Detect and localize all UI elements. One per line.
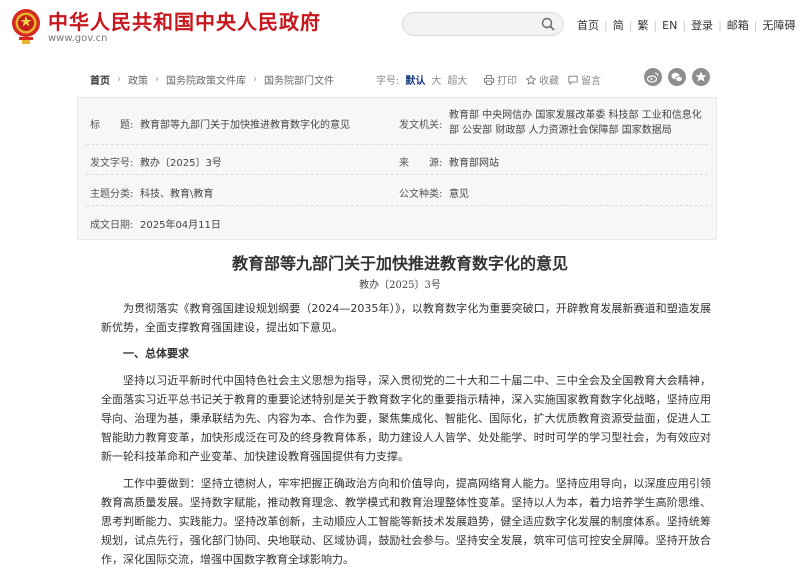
font-size-xlarge[interactable]: 超大 (447, 76, 467, 87)
breadcrumb-separator: › (155, 74, 159, 85)
search-input[interactable] (413, 16, 537, 34)
meta-source-value: 教育部网站 (449, 158, 499, 169)
meta-source-label: 来 源: (399, 158, 443, 169)
document-meta-table: 标 题: 教育部等九部门关于加快推进教育数字化的意见 发文机关: 教育部 中央网… (77, 97, 717, 240)
nav-english[interactable]: EN (657, 19, 682, 32)
meta-docno-label: 发文字号: (90, 158, 134, 169)
section-heading: 一、总体要求 (123, 347, 189, 360)
nav-accessibility[interactable]: 无障碍 (758, 17, 800, 33)
article-toolbar: 首页 › 政策 › 国务院政策文件库 › 国务院部门文件 字号: 默认大超大 打印 收藏… (90, 68, 710, 90)
national-emblem-icon[interactable] (10, 6, 42, 46)
nav-mail[interactable]: 邮箱 (722, 17, 754, 33)
site-header: 中华人民共和国中央人民政府 www.gov.cn 首页 | 简 | 繁 | EN | 登… (0, 0, 800, 60)
comment-icon (568, 75, 578, 85)
font-size-large[interactable]: 大 (431, 76, 441, 87)
intro-paragraph: 为贯彻落实《教育强国建设规划纲要（2024—2035年）》，以教育数字化为重要突… (101, 302, 711, 334)
share-weibo-button[interactable] (644, 68, 662, 86)
meta-divider (86, 174, 708, 175)
font-size-label: 字号: (376, 76, 400, 87)
comment-label: 留言 (581, 76, 601, 87)
breadcrumb: 首页 › 政策 › 国务院政策文件库 › 国务院部门文件 (90, 72, 334, 87)
meta-divider (86, 144, 708, 145)
top-nav: 首页 | 简 | 繁 | EN | 登录 | 邮箱 | 无障碍 (572, 16, 800, 34)
document-title: 教育部等九部门关于加快推进教育数字化的意见 (231, 254, 568, 273)
breadcrumb-department-docs[interactable]: 国务院部门文件 (264, 72, 334, 87)
share-qzone-button[interactable] (692, 68, 710, 86)
star-icon (526, 74, 536, 85)
meta-topic-value: 科技、教育\教育 (140, 189, 214, 200)
meta-issuer-value: 教育部 中央网信办 国家发展改革委 科技部 工业和信息化部 公安部 财政部 人力… (449, 110, 702, 136)
search-icon[interactable] (541, 17, 555, 31)
meta-type-label: 公文种类: (399, 189, 443, 200)
meta-divider (86, 205, 708, 206)
wechat-icon (671, 72, 683, 82)
breadcrumb-separator: › (117, 74, 121, 85)
share-wechat-button[interactable] (668, 68, 686, 86)
meta-title-label: 标 题: (90, 120, 134, 131)
print-button[interactable]: 打印 (484, 72, 517, 87)
favorite-label: 收藏 (539, 76, 559, 87)
meta-title-value: 教育部等九部门关于加快推进教育数字化的意见 (140, 120, 350, 131)
share-buttons (638, 68, 710, 86)
font-size-default[interactable]: 默认 (405, 76, 425, 87)
article-tools: 打印 收藏 留言 (484, 72, 610, 87)
nav-simplified[interactable]: 简 (608, 17, 629, 33)
font-size-switcher: 字号: 默认大超大 (376, 72, 467, 87)
meta-topic-label: 主题分类: (90, 189, 134, 200)
meta-date-value: 2025年04月11日 (140, 220, 221, 231)
nav-traditional[interactable]: 繁 (632, 17, 653, 33)
breadcrumb-home[interactable]: 首页 (90, 72, 110, 87)
site-name[interactable]: 中华人民共和国中央人民政府 (48, 6, 321, 35)
weibo-icon (646, 72, 659, 83)
search-box[interactable] (402, 12, 564, 36)
nav-login[interactable]: 登录 (686, 17, 718, 33)
site-url[interactable]: www.gov.cn (48, 33, 107, 44)
comment-button[interactable]: 留言 (568, 72, 601, 87)
nav-home[interactable]: 首页 (572, 17, 604, 33)
meta-type-value: 意见 (449, 189, 469, 200)
printer-icon (484, 74, 494, 85)
breadcrumb-policy[interactable]: 政策 (128, 72, 148, 87)
qzone-icon (695, 71, 707, 82)
favorite-button[interactable]: 收藏 (526, 72, 559, 87)
document-number: 教办〔2025〕3号 (359, 280, 441, 291)
print-label: 打印 (497, 76, 517, 87)
meta-docno-value: 教办〔2025〕3号 (140, 158, 222, 169)
breadcrumb-policy-library[interactable]: 国务院政策文件库 (166, 72, 246, 87)
meta-issuer-label: 发文机关: (399, 120, 443, 131)
body-paragraph: 坚持以习近平新时代中国特色社会主义思想为指导，深入贯彻党的二十大和二十届二中、三… (101, 374, 711, 463)
document-body: 为贯彻落实《教育强国建设规划纲要（2024—2035年）》，以教育数字化为重要突… (101, 299, 711, 569)
body-paragraph: 工作中要做到：坚持立德树人，牢牢把握正确政治方向和价值导向，提高网络育人能力。坚… (101, 477, 711, 566)
breadcrumb-separator: › (253, 74, 257, 85)
meta-date-label: 成文日期: (90, 220, 134, 231)
